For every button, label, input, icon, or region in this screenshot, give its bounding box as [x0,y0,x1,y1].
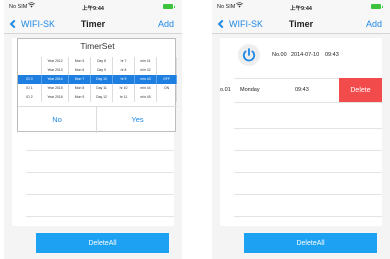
status-bar: No SIM 上午9:44 [212,0,390,14]
picker-cell[interactable] [157,57,177,66]
row-divider [234,216,382,217]
dialog-title: TimerSet [80,41,115,51]
add-button[interactable]: Add [158,19,174,29]
timer-set-dialog: TimerSet Year 2012 Mon 5 Day 8 hr 7 min 41 Ye… [17,38,177,133]
picker-cell[interactable]: Day 10 [91,75,113,84]
row-divider [26,150,174,151]
status-time: 上午9:44 [81,6,104,12]
picker-cell[interactable]: hr 9 [113,75,135,84]
picker-cell[interactable]: ID 2 [18,93,42,102]
picker-row[interactable]: Year 2013 Mon 6 Day 9 hr 8 min 42 [18,66,177,75]
timer-set-screen: No SIM 上午9:44 WIFI-SK Timer Add TimerSet… [4,0,182,259]
row-divider [26,194,174,195]
back-button[interactable]: WIFI-SK [9,18,55,30]
chevron-left-icon [9,19,19,29]
chevron-left-icon [217,19,227,29]
picker-cell[interactable]: OFF [157,75,177,84]
picker-cell[interactable]: min 45 [135,93,157,102]
row-divider [234,194,382,195]
picker-cell[interactable]: Mon 6 [69,66,91,75]
dialog-buttons: No Yes [18,106,177,133]
picker-cell[interactable]: Day 9 [91,66,113,75]
yes-button[interactable]: Yes [98,107,177,133]
power-icon[interactable] [238,44,260,66]
battery-icon [371,4,383,9]
navigation-bar: WIFI-SK Timer Add [212,14,390,34]
picker-cell[interactable]: hr 7 [113,57,135,66]
picker-cell[interactable]: ID 1 [18,84,42,93]
picker-cell[interactable]: hr 11 [113,93,135,102]
picker-cell[interactable]: Day 8 [91,57,113,66]
picker-row[interactable]: Year 2012 Mon 5 Day 8 hr 7 min 41 [18,57,177,66]
delete-timer-button[interactable]: Delete [339,78,382,102]
picker-cell[interactable]: hr 10 [113,84,135,93]
row-divider [234,102,382,103]
timer-date: 2014-07-10 [291,52,320,58]
timer-time: 09:43 [325,52,339,58]
timer-id: No.00 [272,52,287,58]
picker-cell[interactable] [157,93,177,102]
picker-cell[interactable]: Mon 8 [69,84,91,93]
timer-list-screen: No SIM 上午9:44 WIFI-SK Timer Add No.00 20… [212,0,390,259]
picker-cell[interactable] [157,66,177,75]
picker-cell[interactable]: min 43 [135,75,157,84]
picker-cell[interactable]: Mon 5 [69,57,91,66]
timer-list [220,38,382,226]
picker-cell[interactable]: Year 2013 [42,66,69,75]
picker-cell[interactable]: Mon 7 [69,75,91,84]
picker-cell[interactable]: Day 12 [91,93,113,102]
status-bar: No SIM 上午9:44 [4,0,182,14]
picker-cell[interactable]: Year 2014 [42,75,69,84]
picker-cell[interactable]: hr 8 [113,66,135,75]
picker-cell[interactable]: Mon 9 [69,93,91,102]
timer-day: Monday [240,87,260,93]
delete-all-button[interactable]: DeleteAll [36,233,169,253]
picker-cell[interactable]: Day 11 [91,84,113,93]
picker-row[interactable]: ID 0 Year 2014 Mon 7 Day 10 hr 9 min 43 OFF [18,75,177,84]
row-divider [234,172,382,173]
row-divider [26,172,174,173]
back-label: WIFI-SK [21,19,55,29]
picker-cell[interactable]: min 41 [135,57,157,66]
picker-cell[interactable]: Year 2012 [42,57,69,66]
timer-time: 09:43 [295,87,309,93]
row-divider [26,216,174,217]
delete-all-button[interactable]: DeleteAll [244,233,377,253]
picker-row[interactable]: ID 2 Year 2016 Mon 9 Day 12 hr 11 min 45 [18,93,177,102]
picker-cell[interactable]: Year 2015 [42,84,69,93]
row-divider [234,150,382,151]
add-button[interactable]: Add [366,19,382,29]
picker-cell[interactable]: Year 2016 [42,93,69,102]
picker-cell[interactable]: ON [157,84,177,93]
picker-cell[interactable]: min 42 [135,66,157,75]
picker-cell[interactable] [18,57,42,66]
navigation-bar: WIFI-SK Timer Add [4,14,182,34]
picker-cell[interactable] [18,66,42,75]
battery-icon [163,4,175,9]
row-divider [234,128,382,129]
date-time-picker[interactable]: Year 2012 Mon 5 Day 8 hr 7 min 41 Year 2013 Mo… [18,54,177,106]
picker-row[interactable]: ID 1 Year 2015 Mon 8 Day 11 hr 10 min 44 ON [18,84,177,93]
timer-id: o.01 [220,87,231,93]
back-button[interactable]: WIFI-SK [217,18,263,30]
picker-cell[interactable]: ID 0 [18,75,42,84]
no-button[interactable]: No [18,107,97,133]
picker-cell[interactable]: min 44 [135,84,157,93]
back-label: WIFI-SK [229,19,263,29]
status-time: 上午9:44 [289,6,312,12]
